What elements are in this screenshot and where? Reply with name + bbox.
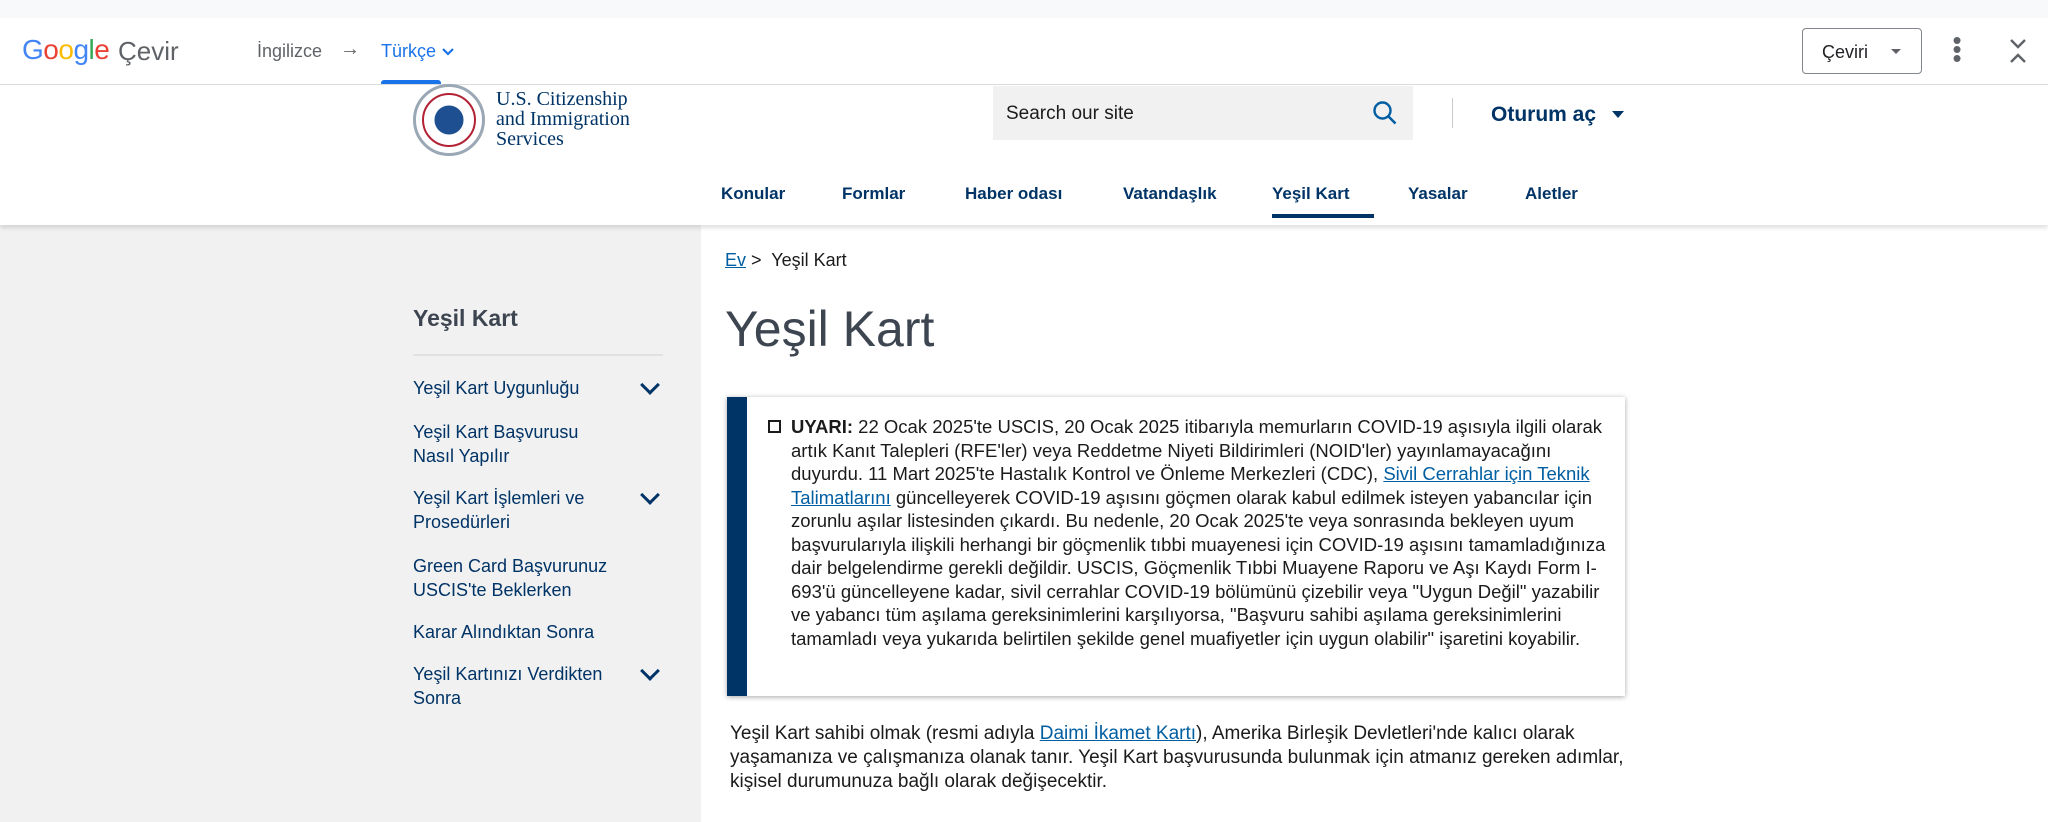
intro-paragraph: Yeşil Kart sahibi olmak (resmi adıyla Da… bbox=[730, 722, 1630, 794]
active-nav-indicator bbox=[1272, 214, 1374, 218]
breadcrumb-current: Yeşil Kart bbox=[771, 250, 847, 270]
agency-name[interactable]: U.S. Citizenship and Immigration Services bbox=[496, 89, 630, 149]
search-icon[interactable] bbox=[1372, 100, 1398, 131]
sidebar-item[interactable]: Green Card Başvurunuz USCIS'te Beklerken bbox=[413, 554, 623, 602]
arrow-right-icon: → bbox=[340, 38, 360, 60]
browser-top-band bbox=[0, 0, 2048, 18]
chevron-down-icon bbox=[442, 48, 454, 56]
agency-line: U.S. Citizenship bbox=[496, 88, 628, 110]
sidebar-item[interactable]: Karar Alındıktan Sonra bbox=[413, 620, 653, 644]
logo-letter: e bbox=[94, 34, 110, 65]
square-icon bbox=[768, 420, 781, 433]
nav-yasalar[interactable]: Yasalar bbox=[1408, 184, 1468, 204]
nav-vatandaslik[interactable]: Vatandaşlık bbox=[1123, 184, 1217, 204]
breadcrumb-separator: > bbox=[751, 250, 762, 270]
breadcrumb: Ev > Yeşil Kart bbox=[725, 250, 847, 271]
google-logo[interactable]: Google bbox=[22, 34, 110, 66]
logo-letter: g bbox=[73, 34, 89, 65]
search-placeholder: Search our site bbox=[1006, 103, 1134, 124]
nav-aletler[interactable]: Aletler bbox=[1525, 184, 1578, 204]
target-language-indicator bbox=[381, 80, 441, 84]
alert-body: güncelleyerek COVID-19 aşısını göçmen ol… bbox=[791, 486, 1606, 649]
collapse-icon[interactable] bbox=[2008, 36, 2028, 67]
breadcrumb-home[interactable]: Ev bbox=[725, 250, 746, 270]
logo-letter: o bbox=[58, 34, 74, 65]
permanent-resident-card-link[interactable]: Daimi İkamet Kartı bbox=[1040, 723, 1196, 744]
page-title: Yeşil Kart bbox=[725, 301, 935, 357]
source-language[interactable]: İngilizce bbox=[257, 41, 322, 62]
sidebar-item[interactable]: Yeşil Kart Uygunluğu bbox=[413, 376, 653, 400]
sidebar-item[interactable]: Yeşil Kart İşlemleri ve Prosedürleri bbox=[413, 486, 623, 534]
sidebar-title: Yeşil Kart bbox=[413, 305, 518, 331]
divider bbox=[413, 354, 663, 356]
agency-line: and Immigration bbox=[496, 108, 630, 130]
intro-text: Yeşil Kart sahibi olmak (resmi adıyla bbox=[730, 723, 1040, 744]
translate-title: Çevir bbox=[118, 36, 179, 66]
dhs-seal-logo[interactable] bbox=[413, 84, 485, 156]
sidebar-item[interactable]: Yeşil Kartınızı Verdikten Sonra bbox=[413, 662, 633, 710]
translate-mode-dropdown[interactable]: Çeviri bbox=[1802, 28, 1922, 74]
sidebar-item[interactable]: Yeşil Kart Başvurusu Nasıl Yapılır bbox=[413, 420, 623, 468]
logo-letter: o bbox=[43, 34, 59, 65]
nav-haber-odasi[interactable]: Haber odası bbox=[965, 184, 1062, 204]
target-language-label: Türkçe bbox=[381, 41, 437, 61]
divider bbox=[1452, 98, 1453, 128]
nav-yesil-kart[interactable]: Yeşil Kart bbox=[1272, 184, 1350, 204]
caret-down-icon bbox=[1891, 49, 1901, 59]
nav-formlar[interactable]: Formlar bbox=[842, 184, 905, 204]
more-options-icon[interactable]: • • • bbox=[1950, 27, 1964, 71]
target-language-dropdown[interactable]: Türkçe bbox=[381, 41, 455, 62]
translate-mode-label: Çeviri bbox=[1822, 42, 1869, 62]
login-button[interactable]: Oturum aç bbox=[1491, 103, 1596, 127]
logo-letter: G bbox=[22, 34, 44, 65]
agency-line: Services bbox=[496, 128, 564, 150]
caret-down-icon bbox=[1612, 111, 1624, 124]
alert-label: UYARI: bbox=[791, 416, 854, 437]
alert-text: UYARI: 22 Ocak 2025'te USCIS, 20 Ocak 20… bbox=[791, 415, 1611, 650]
nav-konular[interactable]: Konular bbox=[721, 184, 785, 204]
